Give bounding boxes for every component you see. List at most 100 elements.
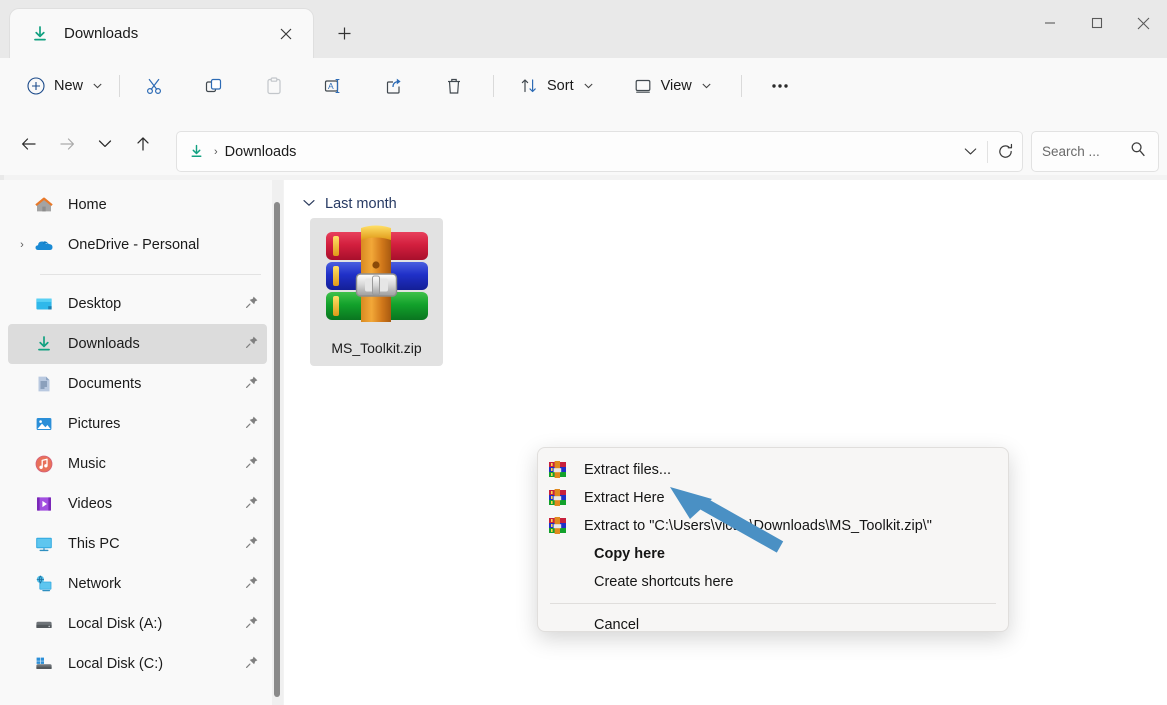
sidebar-label-music: Music bbox=[68, 456, 106, 472]
sidebar-scrollbar-thumb[interactable] bbox=[274, 202, 280, 697]
pictures-icon bbox=[34, 414, 54, 434]
rename-icon: A bbox=[324, 78, 340, 93]
context-menu-item-extract-here[interactable]: Extract Here bbox=[538, 484, 1008, 512]
sidebar-item-onedrive[interactable]: › OneDrive - Personal bbox=[8, 225, 267, 265]
file-explorer-window: Downloads New A Sort View › Downloads Se… bbox=[0, 0, 1167, 705]
context-menu-item-create-shortcuts[interactable]: Create shortcuts here bbox=[538, 568, 1008, 596]
sidebar-item-documents[interactable]: Documents bbox=[8, 364, 267, 404]
copy-icon bbox=[205, 78, 222, 92]
documents-icon bbox=[34, 374, 54, 394]
pin-icon-downloads[interactable] bbox=[245, 335, 259, 354]
context-menu-item-cancel[interactable]: Cancel bbox=[538, 611, 1008, 631]
close-window-button[interactable] bbox=[1120, 0, 1167, 46]
close-tab-icon[interactable] bbox=[271, 19, 301, 49]
sidebar-divider bbox=[40, 274, 261, 275]
minimize-button[interactable] bbox=[1026, 0, 1073, 46]
tab-downloads[interactable]: Downloads bbox=[10, 9, 313, 58]
disk-icon bbox=[34, 614, 54, 634]
toolbar-separator bbox=[119, 74, 121, 97]
breadcrumb-downloads[interactable]: Downloads bbox=[225, 144, 297, 160]
sidebar-item-downloads[interactable]: Downloads bbox=[8, 324, 267, 364]
sidebar-label-downloads: Downloads bbox=[68, 336, 140, 352]
maximize-button[interactable] bbox=[1073, 0, 1120, 46]
winrar-icon-2 bbox=[548, 488, 568, 508]
sidebar-item-videos[interactable]: Videos bbox=[8, 484, 267, 524]
sidebar-label-localdisk-c: Local Disk (C:) bbox=[68, 656, 164, 672]
recent-locations-button[interactable] bbox=[88, 127, 122, 161]
pin-icon-diska[interactable] bbox=[245, 615, 259, 634]
group-header-last-month[interactable]: Last month bbox=[303, 196, 397, 212]
sidebar-item-localdisk-a[interactable]: Local Disk (A:) bbox=[8, 604, 267, 644]
sidebar-label-home: Home bbox=[68, 197, 107, 213]
winrar-icon-3 bbox=[548, 516, 568, 536]
context-menu-label-extract-here: Extract Here bbox=[584, 490, 665, 506]
sidebar-label-onedrive: OneDrive - Personal bbox=[68, 237, 200, 253]
sidebar-item-localdisk-c[interactable]: Local Disk (C:) bbox=[8, 644, 267, 684]
paste-button bbox=[255, 68, 293, 104]
delete-button[interactable] bbox=[435, 68, 473, 104]
onedrive-icon bbox=[34, 235, 54, 255]
search-box[interactable]: Search ... bbox=[1031, 131, 1159, 172]
back-button[interactable] bbox=[12, 127, 46, 161]
music-icon bbox=[34, 454, 54, 474]
cut-button[interactable] bbox=[135, 68, 173, 104]
pin-icon-thispc[interactable] bbox=[245, 535, 259, 554]
new-tab-button[interactable] bbox=[328, 17, 360, 49]
thispc-icon bbox=[34, 534, 54, 554]
view-button[interactable]: View bbox=[625, 68, 719, 104]
context-menu[interactable]: Extract files... Extract Here Extract to… bbox=[537, 447, 1009, 632]
copy-button[interactable] bbox=[195, 68, 233, 104]
context-menu-label-copy-here: Copy here bbox=[594, 546, 665, 562]
sidebar-item-home[interactable]: Home bbox=[8, 185, 267, 225]
new-button-label: New bbox=[54, 77, 84, 94]
address-bar[interactable]: › Downloads bbox=[176, 131, 1023, 172]
chevron-down-icon-group[interactable] bbox=[303, 198, 315, 210]
sidebar-label-network: Network bbox=[68, 576, 122, 592]
search-input[interactable]: Search ... bbox=[1042, 144, 1130, 159]
more-options-button[interactable] bbox=[761, 68, 799, 104]
address-dropdown-icon[interactable] bbox=[953, 134, 987, 170]
group-header-label: Last month bbox=[325, 196, 397, 212]
context-menu-item-extract-to[interactable]: Extract to "C:\Users\victor\Downloads\MS… bbox=[538, 512, 1008, 540]
sidebar-item-pictures[interactable]: Pictures bbox=[8, 404, 267, 444]
sort-button-label: Sort bbox=[547, 77, 574, 94]
view-button-label: View bbox=[660, 77, 692, 94]
expander-onedrive-icon[interactable]: › bbox=[10, 239, 34, 251]
file-item-ms-toolkit[interactable]: MS_Toolkit.zip bbox=[310, 218, 443, 366]
sidebar-item-thispc[interactable]: This PC bbox=[8, 524, 267, 564]
sidebar-label-localdisk-a: Local Disk (A:) bbox=[68, 616, 163, 632]
sidebar-item-network[interactable]: Network bbox=[8, 564, 267, 604]
paste-icon bbox=[267, 76, 281, 94]
sidebar-item-music[interactable]: Music bbox=[8, 444, 267, 484]
up-button[interactable] bbox=[126, 127, 160, 161]
sidebar-label-pictures: Pictures bbox=[68, 416, 121, 432]
tab-title: Downloads bbox=[64, 25, 139, 42]
svg-text:A: A bbox=[328, 81, 334, 91]
pin-icon-desktop[interactable] bbox=[245, 295, 259, 314]
navigation-pane[interactable]: Home › OneDrive - Personal Desktop Downl… bbox=[0, 180, 275, 705]
context-menu-label-extract-files: Extract files... bbox=[584, 462, 672, 478]
refresh-icon[interactable] bbox=[988, 134, 1022, 170]
share-button[interactable] bbox=[375, 68, 413, 104]
windisk-icon bbox=[34, 654, 54, 674]
new-button[interactable]: New bbox=[18, 68, 110, 104]
pin-icon-documents[interactable] bbox=[245, 375, 259, 394]
pin-icon-network[interactable] bbox=[245, 575, 259, 594]
search-icon bbox=[1130, 141, 1146, 162]
context-menu-item-extract-files[interactable]: Extract files... bbox=[538, 456, 1008, 484]
sidebar-label-documents: Documents bbox=[68, 376, 142, 392]
pin-icon-diskc[interactable] bbox=[245, 655, 259, 674]
sidebar-item-desktop[interactable]: Desktop bbox=[8, 284, 267, 324]
context-menu-label-extract-to: Extract to "C:\Users\victor\Downloads\MS… bbox=[584, 518, 932, 534]
sort-button[interactable]: Sort bbox=[511, 68, 601, 104]
breadcrumb-separator: › bbox=[214, 145, 218, 158]
pin-icon-videos[interactable] bbox=[245, 495, 259, 514]
home-icon bbox=[34, 195, 54, 215]
rename-button[interactable]: A bbox=[315, 68, 353, 104]
forward-button bbox=[50, 127, 84, 161]
pin-icon-music[interactable] bbox=[245, 455, 259, 474]
context-menu-separator bbox=[550, 603, 996, 604]
file-item-label: MS_Toolkit.zip bbox=[331, 340, 422, 356]
context-menu-item-copy-here[interactable]: Copy here bbox=[538, 540, 1008, 568]
pin-icon-pictures[interactable] bbox=[245, 415, 259, 434]
